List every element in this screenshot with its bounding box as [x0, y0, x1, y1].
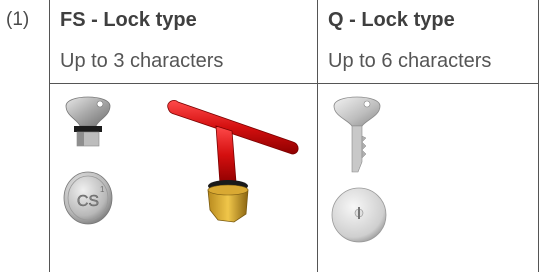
column-title: Q - Lock type [328, 9, 455, 31]
column-q-lock-type: Q - Lock type Up to 6 characters [318, 0, 538, 272]
column-header: FS - Lock type Up to 3 characters [50, 0, 317, 84]
row-index-label: (1) [6, 9, 30, 30]
column-header: Q - Lock type Up to 6 characters [318, 0, 538, 84]
column-subtitle: Up to 6 characters [328, 50, 492, 72]
q-lock-face-image [331, 187, 387, 243]
lock-type-table: FS - Lock type Up to 3 characters CS 1 Q… [49, 0, 539, 272]
coin-engraving: CS [77, 193, 99, 210]
fs-key-image [65, 96, 111, 147]
q-key-image [333, 96, 381, 173]
red-t-handle-key-image [167, 100, 299, 223]
column-title: FS - Lock type [60, 9, 197, 31]
svg-text:1: 1 [100, 185, 105, 194]
column-fs-lock-type: FS - Lock type Up to 3 characters CS 1 [50, 0, 318, 272]
fs-coin-image: CS 1 [63, 171, 113, 225]
column-subtitle: Up to 3 characters [60, 50, 224, 72]
